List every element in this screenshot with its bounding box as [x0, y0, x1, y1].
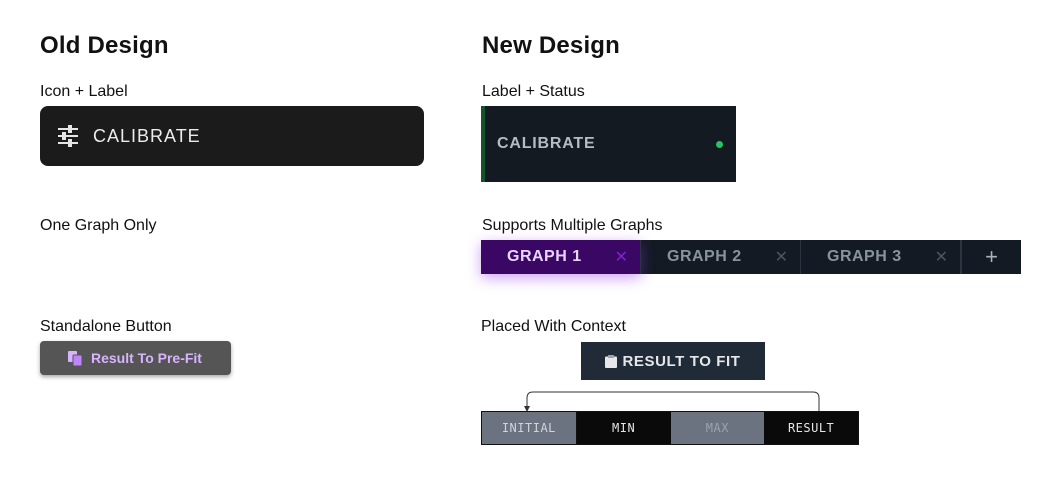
tab-label: GRAPH 2	[667, 248, 742, 265]
result-to-fit-label: RESULT TO FIT	[622, 352, 741, 370]
new-button-caption: Placed With Context	[481, 318, 626, 335]
segment-min[interactable]: MIN	[576, 412, 671, 444]
add-tab-button[interactable]: +	[961, 240, 1021, 274]
clipboard-icon	[605, 354, 618, 368]
old-calibrate-caption: Icon + Label	[40, 83, 128, 100]
tab-label: GRAPH 3	[827, 248, 902, 265]
copy-icon	[68, 351, 83, 366]
result-to-prefit-label: Result To Pre-Fit	[91, 350, 202, 366]
old-design-heading: Old Design	[40, 32, 169, 59]
close-icon[interactable]: ✕	[775, 247, 788, 267]
tab-graph-3[interactable]: GRAPH 3 ✕	[801, 240, 961, 274]
tab-label: GRAPH 1	[507, 248, 582, 265]
new-design-heading: New Design	[482, 32, 621, 59]
result-to-prefit-button[interactable]: Result To Pre-Fit	[40, 341, 231, 375]
fit-stage-segments: INITIAL MIN MAX RESULT	[481, 411, 859, 445]
status-dot-icon	[716, 141, 723, 148]
old-calibrate-label: CALIBRATE	[93, 125, 201, 146]
plus-icon: +	[985, 244, 998, 269]
new-calibrate-caption: Label + Status	[482, 83, 585, 100]
segment-result[interactable]: RESULT	[764, 412, 858, 444]
sliders-icon	[58, 125, 78, 147]
old-calibrate-button[interactable]: CALIBRATE	[40, 106, 424, 166]
old-graph-caption: One Graph Only	[40, 217, 157, 234]
segment-max[interactable]: MAX	[670, 412, 765, 444]
close-icon[interactable]: ✕	[935, 247, 948, 267]
old-button-caption: Standalone Button	[40, 318, 172, 335]
result-to-fit-button[interactable]: RESULT TO FIT	[581, 342, 765, 380]
segment-initial[interactable]: INITIAL	[482, 412, 577, 444]
new-calibrate-label: CALIBRATE	[497, 135, 596, 152]
tab-graph-2[interactable]: GRAPH 2 ✕	[641, 240, 801, 274]
close-icon[interactable]: ✕	[615, 247, 628, 267]
new-graph-caption: Supports Multiple Graphs	[482, 217, 663, 234]
new-calibrate-button[interactable]: CALIBRATE	[481, 106, 736, 182]
graph-tabs: GRAPH 1 ✕ GRAPH 2 ✕ GRAPH 3 ✕ +	[481, 240, 1021, 274]
tab-graph-1[interactable]: GRAPH 1 ✕	[481, 240, 641, 274]
